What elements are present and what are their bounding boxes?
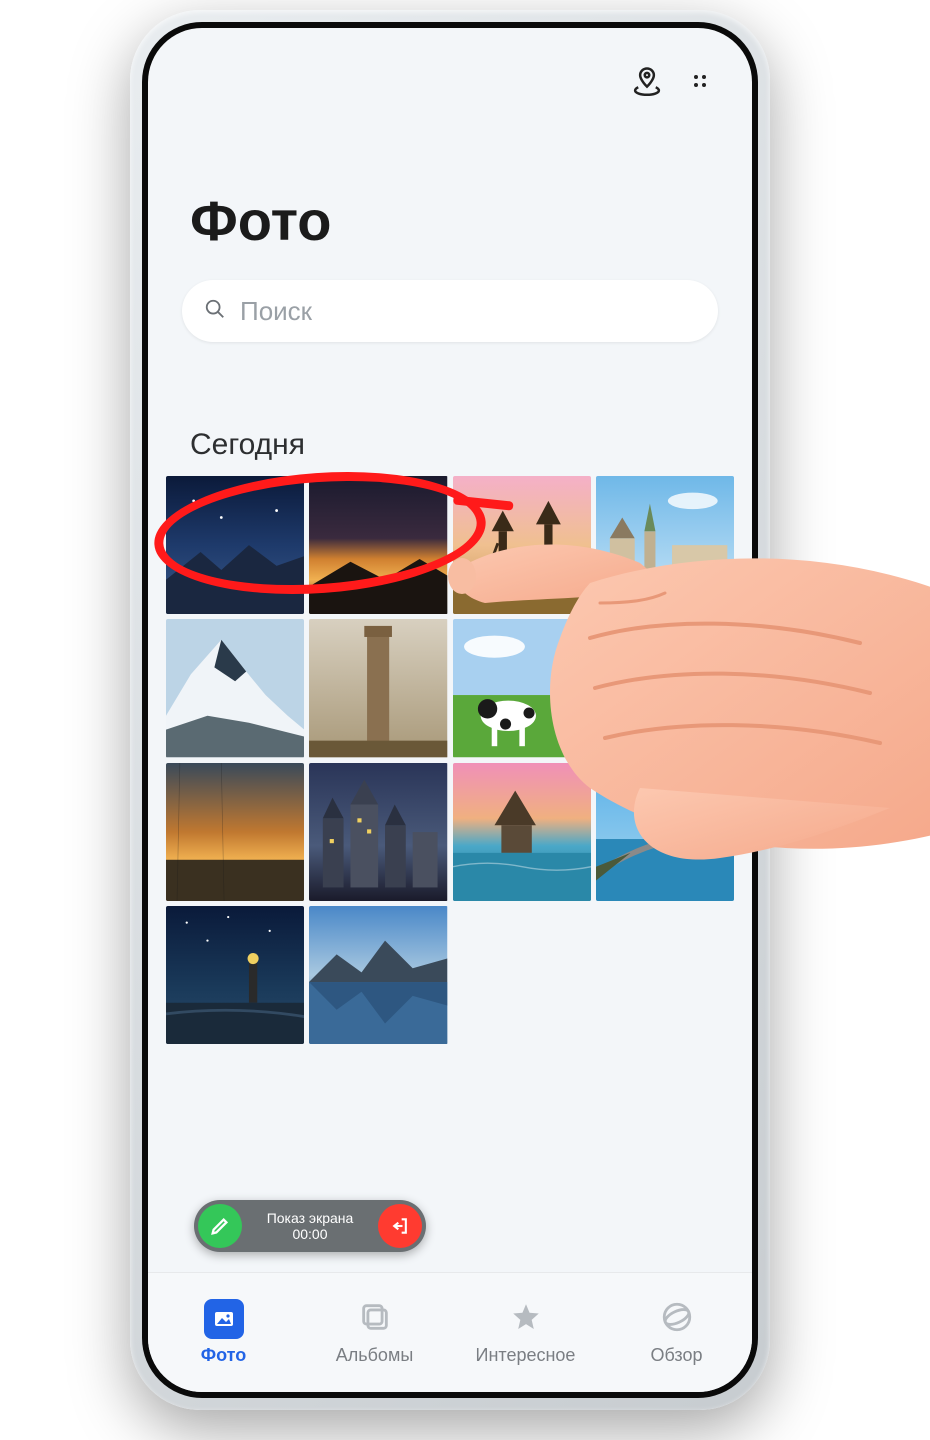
photo-thumb[interactable] [166, 619, 304, 757]
bottom-nav: Фото Альбомы [148, 1272, 752, 1392]
nav-photos[interactable]: Фото [148, 1273, 299, 1392]
more-dots-icon[interactable] [688, 69, 712, 98]
nav-discover[interactable]: Интересное [450, 1273, 601, 1392]
photo-thumb[interactable] [309, 619, 447, 757]
photo-thumb[interactable] [166, 476, 304, 614]
nav-label: Обзор [651, 1345, 703, 1366]
phone-mockup: Фото Сегодня [130, 10, 770, 1410]
search-input[interactable] [240, 296, 696, 327]
photo-thumb[interactable] [596, 476, 734, 614]
nav-label: Фото [201, 1345, 246, 1366]
photo-thumb[interactable] [166, 763, 304, 901]
screencast-time: 00:00 [292, 1226, 327, 1242]
photo-thumb[interactable] [453, 619, 591, 757]
search-bar[interactable] [182, 280, 718, 342]
photos-icon [204, 1299, 244, 1339]
exit-icon[interactable] [378, 1204, 422, 1248]
globe-icon [660, 1300, 694, 1339]
search-icon [204, 298, 226, 325]
albums-icon [358, 1300, 392, 1339]
photo-thumb[interactable] [309, 476, 447, 614]
top-bar [148, 28, 752, 138]
photo-thumb[interactable] [309, 763, 447, 901]
page-title: Фото [190, 188, 332, 253]
nav-albums[interactable]: Альбомы [299, 1273, 450, 1392]
section-today-label: Сегодня [190, 428, 305, 462]
photo-thumb[interactable] [596, 763, 734, 901]
nav-label: Альбомы [336, 1345, 414, 1366]
nav-label: Интересное [476, 1345, 576, 1366]
screencast-pill[interactable]: Показ экрана 00:00 [194, 1200, 426, 1252]
phone-screen: Фото Сегодня [148, 28, 752, 1392]
screencast-label: Показ экрана [267, 1210, 354, 1226]
photo-thumb[interactable] [453, 476, 591, 614]
screencast-text: Показ экрана 00:00 [242, 1210, 378, 1242]
nav-explore[interactable]: Обзор [601, 1273, 752, 1392]
photo-thumb[interactable] [453, 763, 591, 901]
photo-thumb[interactable] [596, 619, 734, 757]
photo-grid [166, 476, 734, 1044]
photo-thumb[interactable] [309, 906, 447, 1044]
pencil-icon[interactable] [198, 1204, 242, 1248]
location-map-icon[interactable] [632, 66, 662, 101]
star-icon [509, 1300, 543, 1339]
photo-thumb[interactable] [166, 906, 304, 1044]
phone-bezel: Фото Сегодня [142, 22, 758, 1398]
